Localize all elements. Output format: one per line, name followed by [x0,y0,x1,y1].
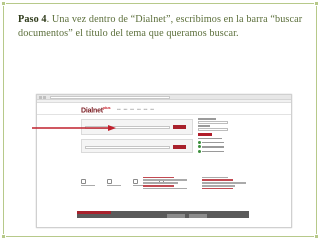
username-field[interactable] [198,120,228,124]
sidebar-link[interactable] [198,140,236,144]
search-documents-button[interactable] [173,125,186,129]
search-journals-box [81,139,193,153]
dialnet-screenshot: Dialnetplus ▪▪▪▪ ▪▪▪▪ ▪▪▪▪ ▪▪▪▪ ▪▪▪▪ ▪▪▪… [36,94,292,228]
news-panel [143,175,187,191]
footer-accent [77,211,111,214]
frame-corner-tl [2,2,5,5]
info-panel [202,175,246,191]
nav-item[interactable]: ▪▪▪▪ [150,108,154,111]
password-field[interactable] [198,127,228,131]
search-journals-button[interactable] [173,145,186,149]
dialnet-logo[interactable]: Dialnetplus [81,105,111,114]
frame-bottom [6,236,314,237]
nav-item[interactable]: ▪▪▪▪ [144,108,148,111]
search-journals-input[interactable] [85,146,170,149]
site-header: Dialnetplus ▪▪▪▪ ▪▪▪▪ ▪▪▪▪ ▪▪▪▪ ▪▪▪▪ ▪▪▪… [37,103,291,115]
browser-forward-icon[interactable] [43,95,46,99]
sidebar-link[interactable] [198,149,236,153]
frame-top [6,3,314,4]
site-nav: ▪▪▪▪ ▪▪▪▪ ▪▪▪▪ ▪▪▪▪ ▪▪▪▪ ▪▪▪▪ [117,108,154,111]
frame-right [316,6,317,234]
nav-item[interactable]: ▪▪▪▪ [130,108,134,111]
browser-back-icon[interactable] [39,95,42,99]
sidebar-link[interactable] [198,145,236,149]
nav-item[interactable]: ▪▪▪▪ [137,108,141,111]
nav-item[interactable]: ▪▪▪▪ [124,108,128,111]
nav-item[interactable]: ▪▪▪▪ [117,108,121,111]
frame-left [3,6,4,234]
frame-corner-tr [315,2,318,5]
arrow-icon [32,125,116,131]
login-sidebar [198,117,236,154]
footer-logos [167,214,207,218]
frame-corner-bl [2,235,5,238]
browser-address-bar[interactable] [50,95,170,99]
frame-corner-br [315,235,318,238]
login-button[interactable] [198,132,212,136]
slide-caption: Paso 4. Una vez dentro de “Dialnet”, esc… [18,13,310,41]
caption-text: . Una vez dentro de “Dialnet”, escribimo… [18,14,303,39]
quick-link[interactable] [107,179,129,187]
step-label: Paso 4 [18,14,47,25]
quick-link[interactable] [81,179,103,187]
